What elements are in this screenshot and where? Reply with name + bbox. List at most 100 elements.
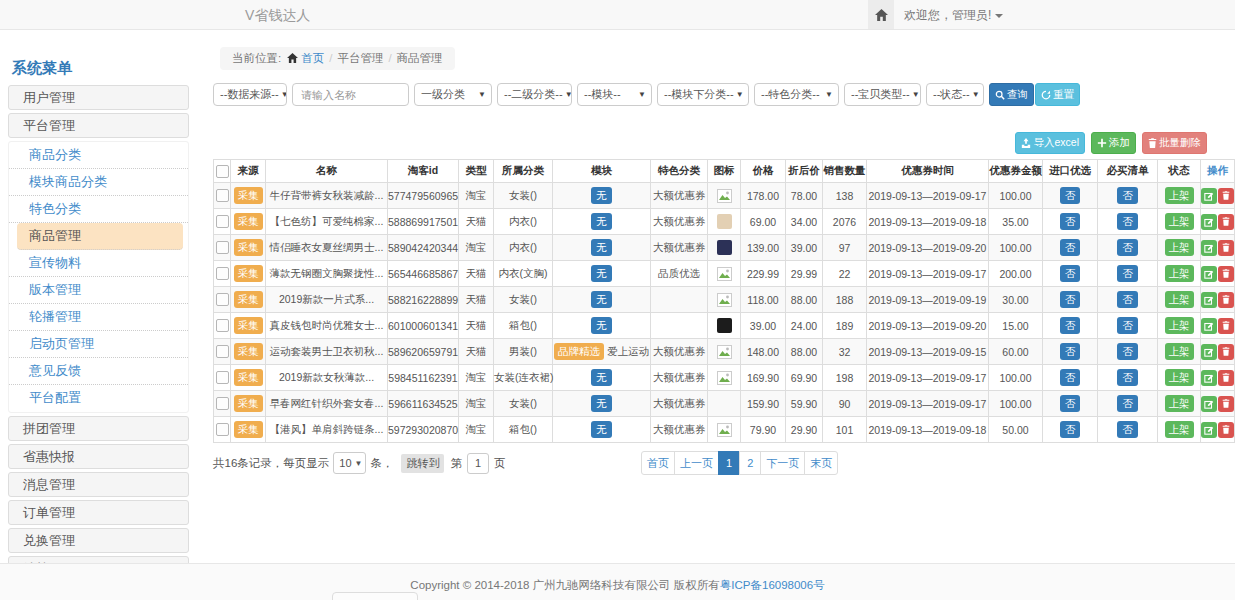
sidebar-subitem-4[interactable]: 特色分类	[9, 196, 188, 223]
delete-button[interactable]	[1218, 266, 1234, 282]
sidebar-item-15[interactable]: 订单管理	[8, 500, 189, 525]
sidebar-item-1[interactable]: 平台管理	[8, 113, 189, 138]
module-cell: 无	[553, 209, 651, 235]
row-checkbox[interactable]	[216, 241, 229, 254]
status-badge: 上架	[1165, 265, 1194, 281]
delete-button[interactable]	[1218, 188, 1234, 204]
sidebar-subitem-3[interactable]: 模块商品分类	[9, 169, 188, 196]
edit-button[interactable]	[1201, 188, 1217, 204]
sidebar-subitem-10[interactable]: 意见反馈	[9, 358, 188, 385]
sidebar-item-12[interactable]: 拼团管理	[8, 416, 189, 441]
edit-button[interactable]	[1201, 370, 1217, 386]
sidebar-title: 系统菜单	[8, 56, 189, 81]
sidebar-subitem-8[interactable]: 轮播管理	[9, 304, 188, 331]
trash-icon	[1222, 399, 1230, 408]
product-name: 早春网红针织外套女春...	[266, 391, 388, 417]
icon-cell	[708, 209, 741, 235]
coupon-time: 2019-09-13—2019-09-20	[867, 235, 989, 261]
row-checkbox[interactable]	[216, 189, 229, 202]
delete-button[interactable]	[1218, 344, 1234, 360]
page-button-首页[interactable]: 首页	[641, 451, 675, 475]
icp-link[interactable]: 粤ICP备16098006号	[720, 579, 825, 591]
delete-button[interactable]	[1218, 422, 1234, 438]
caret-down-icon: ▼	[478, 90, 486, 99]
edit-button[interactable]	[1201, 344, 1217, 360]
filter-select-item-type[interactable]: --宝贝类型--▼	[844, 83, 921, 106]
row-checkbox[interactable]	[216, 267, 229, 280]
page-button-下一页[interactable]: 下一页	[760, 451, 805, 475]
product-thumbnail	[717, 214, 732, 229]
row-checkbox[interactable]	[216, 293, 229, 306]
sidebar-subitem-7[interactable]: 版本管理	[9, 277, 188, 304]
sales-count: 188	[823, 287, 867, 313]
sidebar-item-14[interactable]: 消息管理	[8, 472, 189, 497]
edit-icon	[1204, 191, 1214, 201]
must-buy-badge: 否	[1117, 421, 1138, 437]
edit-button[interactable]	[1201, 240, 1217, 256]
per-page-select[interactable]: 10▼	[333, 452, 366, 474]
add-button[interactable]: 添加	[1091, 132, 1136, 154]
edit-button[interactable]	[1201, 396, 1217, 412]
filter-select-feature-category[interactable]: --特色分类--▼	[754, 83, 839, 106]
page-button-末页[interactable]: 末页	[804, 451, 838, 475]
row-checkbox[interactable]	[216, 423, 229, 436]
jump-pre-text: 第	[450, 456, 462, 471]
row-checkbox[interactable]	[216, 371, 229, 384]
filter-select-status[interactable]: --状态--▼	[926, 83, 984, 106]
sidebar-item-0[interactable]: 用户管理	[8, 85, 189, 110]
delete-button[interactable]	[1218, 292, 1234, 308]
delete-button[interactable]	[1218, 370, 1234, 386]
filter-select-module[interactable]: --模块--▼	[577, 83, 652, 106]
filter-select-data-source[interactable]: --数据来源--▼	[213, 83, 287, 106]
row-checkbox[interactable]	[216, 345, 229, 358]
jump-button[interactable]: 跳转到	[401, 454, 444, 473]
feature-category: 大额优惠券	[651, 209, 708, 235]
row-checkbox[interactable]	[216, 215, 229, 228]
sidebar-subitem-11[interactable]: 平台配置	[9, 385, 188, 412]
jump-suf-text: 页	[494, 456, 506, 471]
sidebar-subitem-2[interactable]: 商品分类	[9, 142, 188, 169]
reset-button[interactable]: 重置	[1035, 83, 1080, 106]
edit-button[interactable]	[1201, 422, 1217, 438]
source-badge: 采集	[234, 187, 263, 203]
home-button[interactable]	[868, 0, 894, 29]
sales-count: 90	[823, 391, 867, 417]
search-button[interactable]: 查询	[989, 83, 1034, 106]
page-button-1[interactable]: 1	[718, 451, 740, 475]
batch-delete-button[interactable]: 批量删除	[1142, 132, 1207, 154]
row-checkbox[interactable]	[216, 319, 229, 332]
edit-button[interactable]	[1201, 214, 1217, 230]
sidebar-subitem-6[interactable]: 宣传物料	[9, 250, 188, 277]
filter-select-module-sub-category[interactable]: --模块下分类--▼	[657, 83, 749, 106]
discount-price: 59.90	[786, 391, 823, 417]
filter-select-level1-category[interactable]: 一级分类▼	[414, 83, 492, 106]
status-badge: 上架	[1165, 239, 1194, 255]
edit-button[interactable]	[1201, 266, 1217, 282]
sidebar-subitem-9[interactable]: 启动页管理	[9, 331, 188, 358]
col-header-1: 来源	[231, 160, 266, 183]
breadcrumb-home-link[interactable]: 首页	[301, 52, 324, 64]
col-header-15: 必买清单	[1098, 160, 1158, 183]
sales-count: 22	[823, 261, 867, 287]
trash-icon	[1222, 373, 1230, 382]
page-button-2[interactable]: 2	[739, 451, 761, 475]
source-badge: 采集	[234, 317, 263, 333]
jump-page-input[interactable]	[467, 453, 489, 474]
edit-button[interactable]	[1201, 292, 1217, 308]
sidebar-item-13[interactable]: 省惠快报	[8, 444, 189, 469]
edit-button[interactable]	[1201, 318, 1217, 334]
select-all-checkbox[interactable]	[216, 165, 229, 178]
import-excel-button[interactable]: 导入excel	[1015, 132, 1085, 154]
delete-button[interactable]	[1218, 396, 1234, 412]
user-menu[interactable]: 欢迎您，管理员!	[904, 0, 1003, 30]
sidebar-subitem-5[interactable]: 商品管理	[17, 223, 183, 250]
sidebar-item-16[interactable]: 兑换管理	[8, 528, 189, 553]
page-button-上一页[interactable]: 上一页	[674, 451, 719, 475]
delete-button[interactable]	[1218, 240, 1234, 256]
name-search-input[interactable]	[292, 83, 409, 106]
delete-button[interactable]	[1218, 318, 1234, 334]
row-checkbox[interactable]	[216, 397, 229, 410]
delete-button[interactable]	[1218, 214, 1234, 230]
filter-select-level2-category[interactable]: --二级分类--▼	[497, 83, 572, 106]
per-page-value: 10	[339, 457, 351, 469]
